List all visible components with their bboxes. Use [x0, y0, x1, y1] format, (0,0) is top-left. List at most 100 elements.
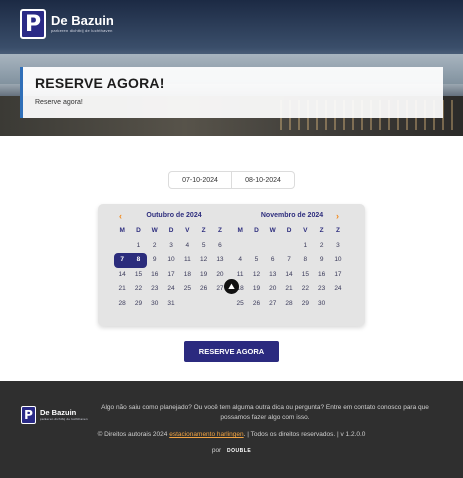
calendar-day[interactable]: 10	[330, 253, 346, 268]
calendar-day[interactable]: 27	[265, 297, 281, 312]
calendar-day[interactable]: 17	[330, 268, 346, 283]
calendar-day[interactable]: 14	[281, 268, 297, 283]
calendar-day[interactable]: 16	[147, 268, 163, 283]
copyright-suffix: . | Todos os direitos reservados. | v 1.…	[243, 431, 366, 438]
weekday-header: Z	[201, 227, 206, 234]
month-title: Novembro de 2024	[260, 212, 324, 219]
calendar-day[interactable]: 24	[163, 282, 179, 297]
footer-brand-tagline: parkeren dichtbij de luchthaven	[40, 417, 88, 421]
footer-brand-name: De Bazuin	[40, 408, 77, 417]
calendar-day[interactable]: 22	[130, 282, 146, 297]
empty-day-cell	[114, 239, 130, 254]
date-range-input[interactable]: 07-10-2024 08-10-2024	[168, 171, 295, 189]
calendar-day[interactable]: 30	[147, 297, 163, 312]
calendar-day[interactable]: 7	[281, 253, 297, 268]
month-grid: M D W D V Z Z 1 2 3 4 5 6 7 8 9 10 11 12 13 14 15 16 17 18 19 20 21…	[232, 224, 352, 311]
weekday-header: M	[237, 227, 243, 234]
calendar-day[interactable]: 21	[281, 282, 297, 297]
calendar-day[interactable]: 13	[212, 253, 228, 268]
brand-tagline: parkeren dichtbij de luchthaven	[51, 28, 113, 33]
calendar-day[interactable]: 5	[248, 253, 264, 268]
calendar-day[interactable]: 24	[330, 282, 346, 297]
calendar-day[interactable]: 21	[114, 282, 130, 297]
calendar-day[interactable]: 26	[248, 297, 264, 312]
calendar-day[interactable]: 16	[313, 268, 329, 283]
weekday-header: Z	[335, 227, 340, 234]
calendar-day[interactable]: 11	[179, 253, 195, 268]
calendar-day[interactable]: 3	[330, 239, 346, 254]
calendar-day[interactable]: 26	[195, 282, 211, 297]
weekday-header: Z	[217, 227, 222, 234]
calendar-day[interactable]: 6	[212, 239, 228, 254]
calendar-day[interactable]: 2	[313, 239, 329, 254]
calendar-day[interactable]: 5	[195, 239, 211, 254]
parking-logo-icon: P	[21, 406, 36, 424]
calendar-day[interactable]: 1	[297, 239, 313, 254]
tooltip-cursor-icon: ⛰	[224, 279, 239, 294]
weekday-header: D	[254, 227, 259, 234]
calendar-day[interactable]: 9	[147, 253, 163, 268]
weekday-header: Z	[319, 227, 324, 234]
calendar-day[interactable]: 15	[297, 268, 313, 283]
calendar-day[interactable]: 1	[130, 239, 146, 254]
calendar-day[interactable]: 3	[163, 239, 179, 254]
hero-banner: P De Bazuin parkeren dichtbij de luchtha…	[0, 0, 463, 136]
parking-logo-icon: P	[20, 9, 46, 39]
brand-name: De Bazuin	[51, 13, 114, 28]
calendar-day[interactable]: 2	[147, 239, 163, 254]
calendar-month-november: Novembro de 2024 M D W D V Z Z 1 2 3 4 5 6 7 8 9 10 11 12 1…	[232, 211, 352, 311]
calendar-day[interactable]: 19	[195, 268, 211, 283]
calendar-day[interactable]: 8	[130, 253, 147, 268]
calendar-day[interactable]: 23	[147, 282, 163, 297]
end-date-field[interactable]: 08-10-2024	[232, 172, 294, 188]
calendar-day[interactable]: 10	[163, 253, 179, 268]
calendar-day[interactable]: 31	[163, 297, 179, 312]
calendar-day[interactable]: 22	[297, 282, 313, 297]
empty-day-cell	[248, 239, 264, 254]
calendar-month-october: Outubro de 2024 M D W D V Z Z 1 2 3 4 5 6 7 8 9 10 11 12 13…	[114, 211, 234, 311]
page-title: RESERVE AGORA!	[35, 75, 165, 91]
calendar-day[interactable]: 4	[179, 239, 195, 254]
calendar-day[interactable]: 29	[297, 297, 313, 312]
weekday-header: D	[136, 227, 141, 234]
copyright-link[interactable]: estacionamento harlingen	[169, 431, 243, 438]
credit-brand[interactable]: DOUBLE	[227, 448, 251, 454]
empty-day-cell	[281, 239, 297, 254]
calendar-day[interactable]: 29	[130, 297, 146, 312]
weekday-header: W	[151, 227, 158, 234]
calendar-day[interactable]: 17	[163, 268, 179, 283]
calendar-day[interactable]: 9	[313, 253, 329, 268]
calendar-day[interactable]: 28	[114, 297, 130, 312]
footer-credit: por DOUBLE	[0, 447, 463, 454]
empty-day-cell	[232, 239, 248, 254]
reserve-button[interactable]: RESERVE AGORA	[184, 341, 279, 362]
start-date-field[interactable]: 07-10-2024	[169, 172, 232, 188]
calendar-day[interactable]: 12	[248, 268, 264, 283]
calendar-day[interactable]: 8	[297, 253, 313, 268]
calendar-day[interactable]: 13	[265, 268, 281, 283]
calendar-day[interactable]: 7	[114, 253, 131, 268]
header-logo[interactable]: P De Bazuin parkeren dichtbij de luchtha…	[20, 9, 114, 39]
calendar-day[interactable]: 30	[313, 297, 329, 312]
weekday-header: D	[286, 227, 292, 234]
calendar-day[interactable]: 12	[195, 253, 211, 268]
hero-title-box: RESERVE AGORA! Reserve agora!	[20, 67, 443, 118]
calendar-day[interactable]: 19	[248, 282, 264, 297]
month-title: Outubro de 2024	[146, 212, 202, 219]
calendar-day[interactable]: 25	[232, 297, 248, 312]
calendar-day[interactable]: 20	[265, 282, 281, 297]
month-grid: M D W D V Z Z 1 2 3 4 5 6 7 8 9 10 11 12 13 14 15 16 17 18 19 20 21…	[114, 224, 234, 311]
calendar-day[interactable]: 4	[232, 253, 248, 268]
calendar-day[interactable]: 6	[265, 253, 281, 268]
calendar-day[interactable]: 28	[281, 297, 297, 312]
calendar-day[interactable]: 25	[179, 282, 195, 297]
footer-logo[interactable]: P De Bazuin parkeren dichtbij de luchtha…	[21, 406, 88, 424]
footer-message: Algo não saiu como planejado? Ou você te…	[101, 404, 429, 421]
date-picker-calendar: ‹ › Outubro de 2024 M D W D V Z Z 1 2 3 4 5 6 7 8 9 10 11…	[98, 204, 365, 326]
calendar-day[interactable]: 18	[179, 268, 195, 283]
calendar-day[interactable]: 14	[114, 268, 130, 283]
weekday-header: V	[185, 227, 190, 234]
weekday-header: M	[119, 227, 125, 234]
calendar-day[interactable]: 15	[130, 268, 146, 283]
calendar-day[interactable]: 23	[313, 282, 329, 297]
